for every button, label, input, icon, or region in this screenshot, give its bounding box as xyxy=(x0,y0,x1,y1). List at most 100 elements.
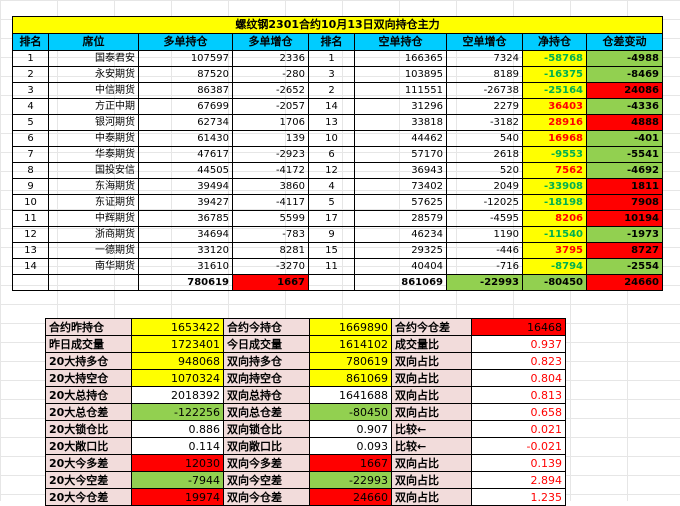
broker-cell: 东证期货 xyxy=(48,194,139,211)
summary-value: 1653422 xyxy=(131,318,224,336)
summary-label: 双向占比 xyxy=(391,488,472,506)
summary-value: 1070324 xyxy=(131,369,224,387)
header-cell: 多单增仓 xyxy=(232,33,309,51)
summary-row: 合约昨持仓 1653422 合约今持仓 1669890 合约今仓差 16468 xyxy=(45,318,566,336)
summary-label: 双向占比 xyxy=(391,352,472,370)
short-change-cell: 520 xyxy=(446,162,523,179)
table-row: 5 银河期货 62734 1706 13 33818 -3182 28916 4888 xyxy=(12,114,664,131)
summary-label: 20大今多差 xyxy=(45,454,132,472)
summary-row: 20大持多仓 948068 双向持多仓 780619 双向占比 0.823 xyxy=(45,352,566,370)
broker-cell: 中泰期货 xyxy=(48,130,139,147)
rank-cell: 4 xyxy=(12,98,49,115)
long-change-cell: 5599 xyxy=(232,210,309,227)
long-position-cell: 33120 xyxy=(138,242,233,259)
long-position-cell: 107597 xyxy=(138,50,233,67)
header-cell: 空单持仓 xyxy=(354,33,447,51)
summary-value: 0.658 xyxy=(471,403,566,421)
summary-label: 比较← xyxy=(391,437,472,455)
rank-cell: 1 xyxy=(12,50,49,67)
rank-cell: 13 xyxy=(12,242,49,259)
header-cell: 席位 xyxy=(48,33,139,51)
net-position-cell: 7562 xyxy=(522,162,587,179)
short-rank-cell: 6 xyxy=(308,146,355,163)
long-position-cell: 31610 xyxy=(138,258,233,275)
long-position-cell: 39427 xyxy=(138,194,233,211)
short-change-cell: 2279 xyxy=(446,98,523,115)
position-diff-cell: -8469 xyxy=(585,66,664,83)
total-short-change: -22993 xyxy=(446,274,523,291)
broker-cell: 一德期货 xyxy=(48,242,139,259)
summary-value: 0.886 xyxy=(131,420,224,438)
summary-label: 20大持多仓 xyxy=(45,352,132,370)
header-cell: 排名 xyxy=(12,33,49,51)
summary-value: 24660 xyxy=(309,488,392,506)
summary-label: 20大敞口比 xyxy=(45,437,132,455)
position-diff-cell: 4888 xyxy=(585,114,664,131)
summary-row: 20大锁仓比 0.886 双向锁仓比 0.907 比较← 0.021 xyxy=(45,420,566,438)
long-position-cell: 47617 xyxy=(138,146,233,163)
short-change-cell: -12025 xyxy=(446,194,523,211)
long-change-cell: -3270 xyxy=(232,258,309,275)
header-cell: 空单增仓 xyxy=(446,33,523,51)
position-diff-cell: -2554 xyxy=(585,258,664,275)
table-row: 11 中辉期货 36785 5599 17 28579 -4595 8206 10194 xyxy=(12,210,664,227)
rank-cell: 6 xyxy=(12,130,49,147)
summary-value: 19974 xyxy=(131,488,224,506)
summary-value: 0.114 xyxy=(131,437,224,455)
summary-label: 双向占比 xyxy=(391,454,472,472)
summary-label: 双向锁仓比 xyxy=(223,420,310,438)
short-change-cell: -716 xyxy=(446,258,523,275)
summary-value: 780619 xyxy=(309,352,392,370)
long-position-cell: 44505 xyxy=(138,162,233,179)
table-row: 7 华泰期货 47617 -2923 6 57170 2618 -9553 -5541 xyxy=(12,146,664,163)
broker-cell: 方正中期 xyxy=(48,98,139,115)
total-long-change: 1667 xyxy=(232,274,309,291)
net-position-cell: -9553 xyxy=(522,146,587,163)
position-diff-cell: 8727 xyxy=(585,242,664,259)
summary-value: 0.139 xyxy=(471,454,566,472)
summary-label: 双向总仓差 xyxy=(223,403,310,421)
short-position-cell: 103895 xyxy=(354,66,447,83)
long-change-cell: -2923 xyxy=(232,146,309,163)
position-diff-cell: -401 xyxy=(585,130,664,147)
long-change-cell: -4172 xyxy=(232,162,309,179)
long-change-cell: -280 xyxy=(232,66,309,83)
summary-label: 双向占比 xyxy=(391,471,472,489)
short-rank-cell: 11 xyxy=(308,258,355,275)
summary-value: 1.235 xyxy=(471,488,566,506)
summary-row: 20大敞口比 0.114 双向敞口比 0.093 比较← -0.021 xyxy=(45,437,566,455)
summary-value: 16468 xyxy=(471,318,566,336)
summary-label: 成交量比 xyxy=(391,335,472,353)
header-cell: 仓差变动 xyxy=(585,33,664,51)
table-row: 3 中信期货 86387 -2652 2 111551 -26738 -25164 24086 xyxy=(12,82,664,99)
summary-label: 昨日成交量 xyxy=(45,335,132,353)
broker-cell: 华泰期货 xyxy=(48,146,139,163)
summary-value: 1667 xyxy=(309,454,392,472)
summary-label: 双向总持仓 xyxy=(223,386,310,404)
short-rank-cell: 3 xyxy=(308,66,355,83)
short-change-cell: 1190 xyxy=(446,226,523,243)
summary-row: 20大持空仓 1070324 双向持空仓 861069 双向占比 0.804 xyxy=(45,369,566,387)
position-diff-cell: 7908 xyxy=(585,194,664,211)
long-change-cell: -4117 xyxy=(232,194,309,211)
summary-label: 20大锁仓比 xyxy=(45,420,132,438)
net-position-cell: -58768 xyxy=(522,50,587,67)
rank-cell: 14 xyxy=(12,258,49,275)
summary-label: 20大总仓差 xyxy=(45,403,132,421)
rank-cell: 2 xyxy=(12,66,49,83)
short-position-cell: 29325 xyxy=(354,242,447,259)
total-short: 861069 xyxy=(354,274,447,291)
summary-label: 双向占比 xyxy=(391,369,472,387)
summary-value: -22993 xyxy=(309,471,392,489)
long-position-cell: 62734 xyxy=(138,114,233,131)
broker-cell: 中信期货 xyxy=(48,82,139,99)
summary-value: 12030 xyxy=(131,454,224,472)
position-diff-cell: 10194 xyxy=(585,210,664,227)
positions-table: 螺纹钢2301合约10月13日双向持仓主力 排名 席位 多单持仓 多单增仓 排名… xyxy=(11,16,664,291)
summary-row: 昨日成交量 1723401 今日成交量 1614102 成交量比 0.937 xyxy=(45,335,566,353)
summary-value: 0.093 xyxy=(309,437,392,455)
summary-label: 合约昨持仓 xyxy=(45,318,132,336)
total-long: 780619 xyxy=(138,274,233,291)
summary-label: 今日成交量 xyxy=(223,335,310,353)
summary-value: 1614102 xyxy=(309,335,392,353)
